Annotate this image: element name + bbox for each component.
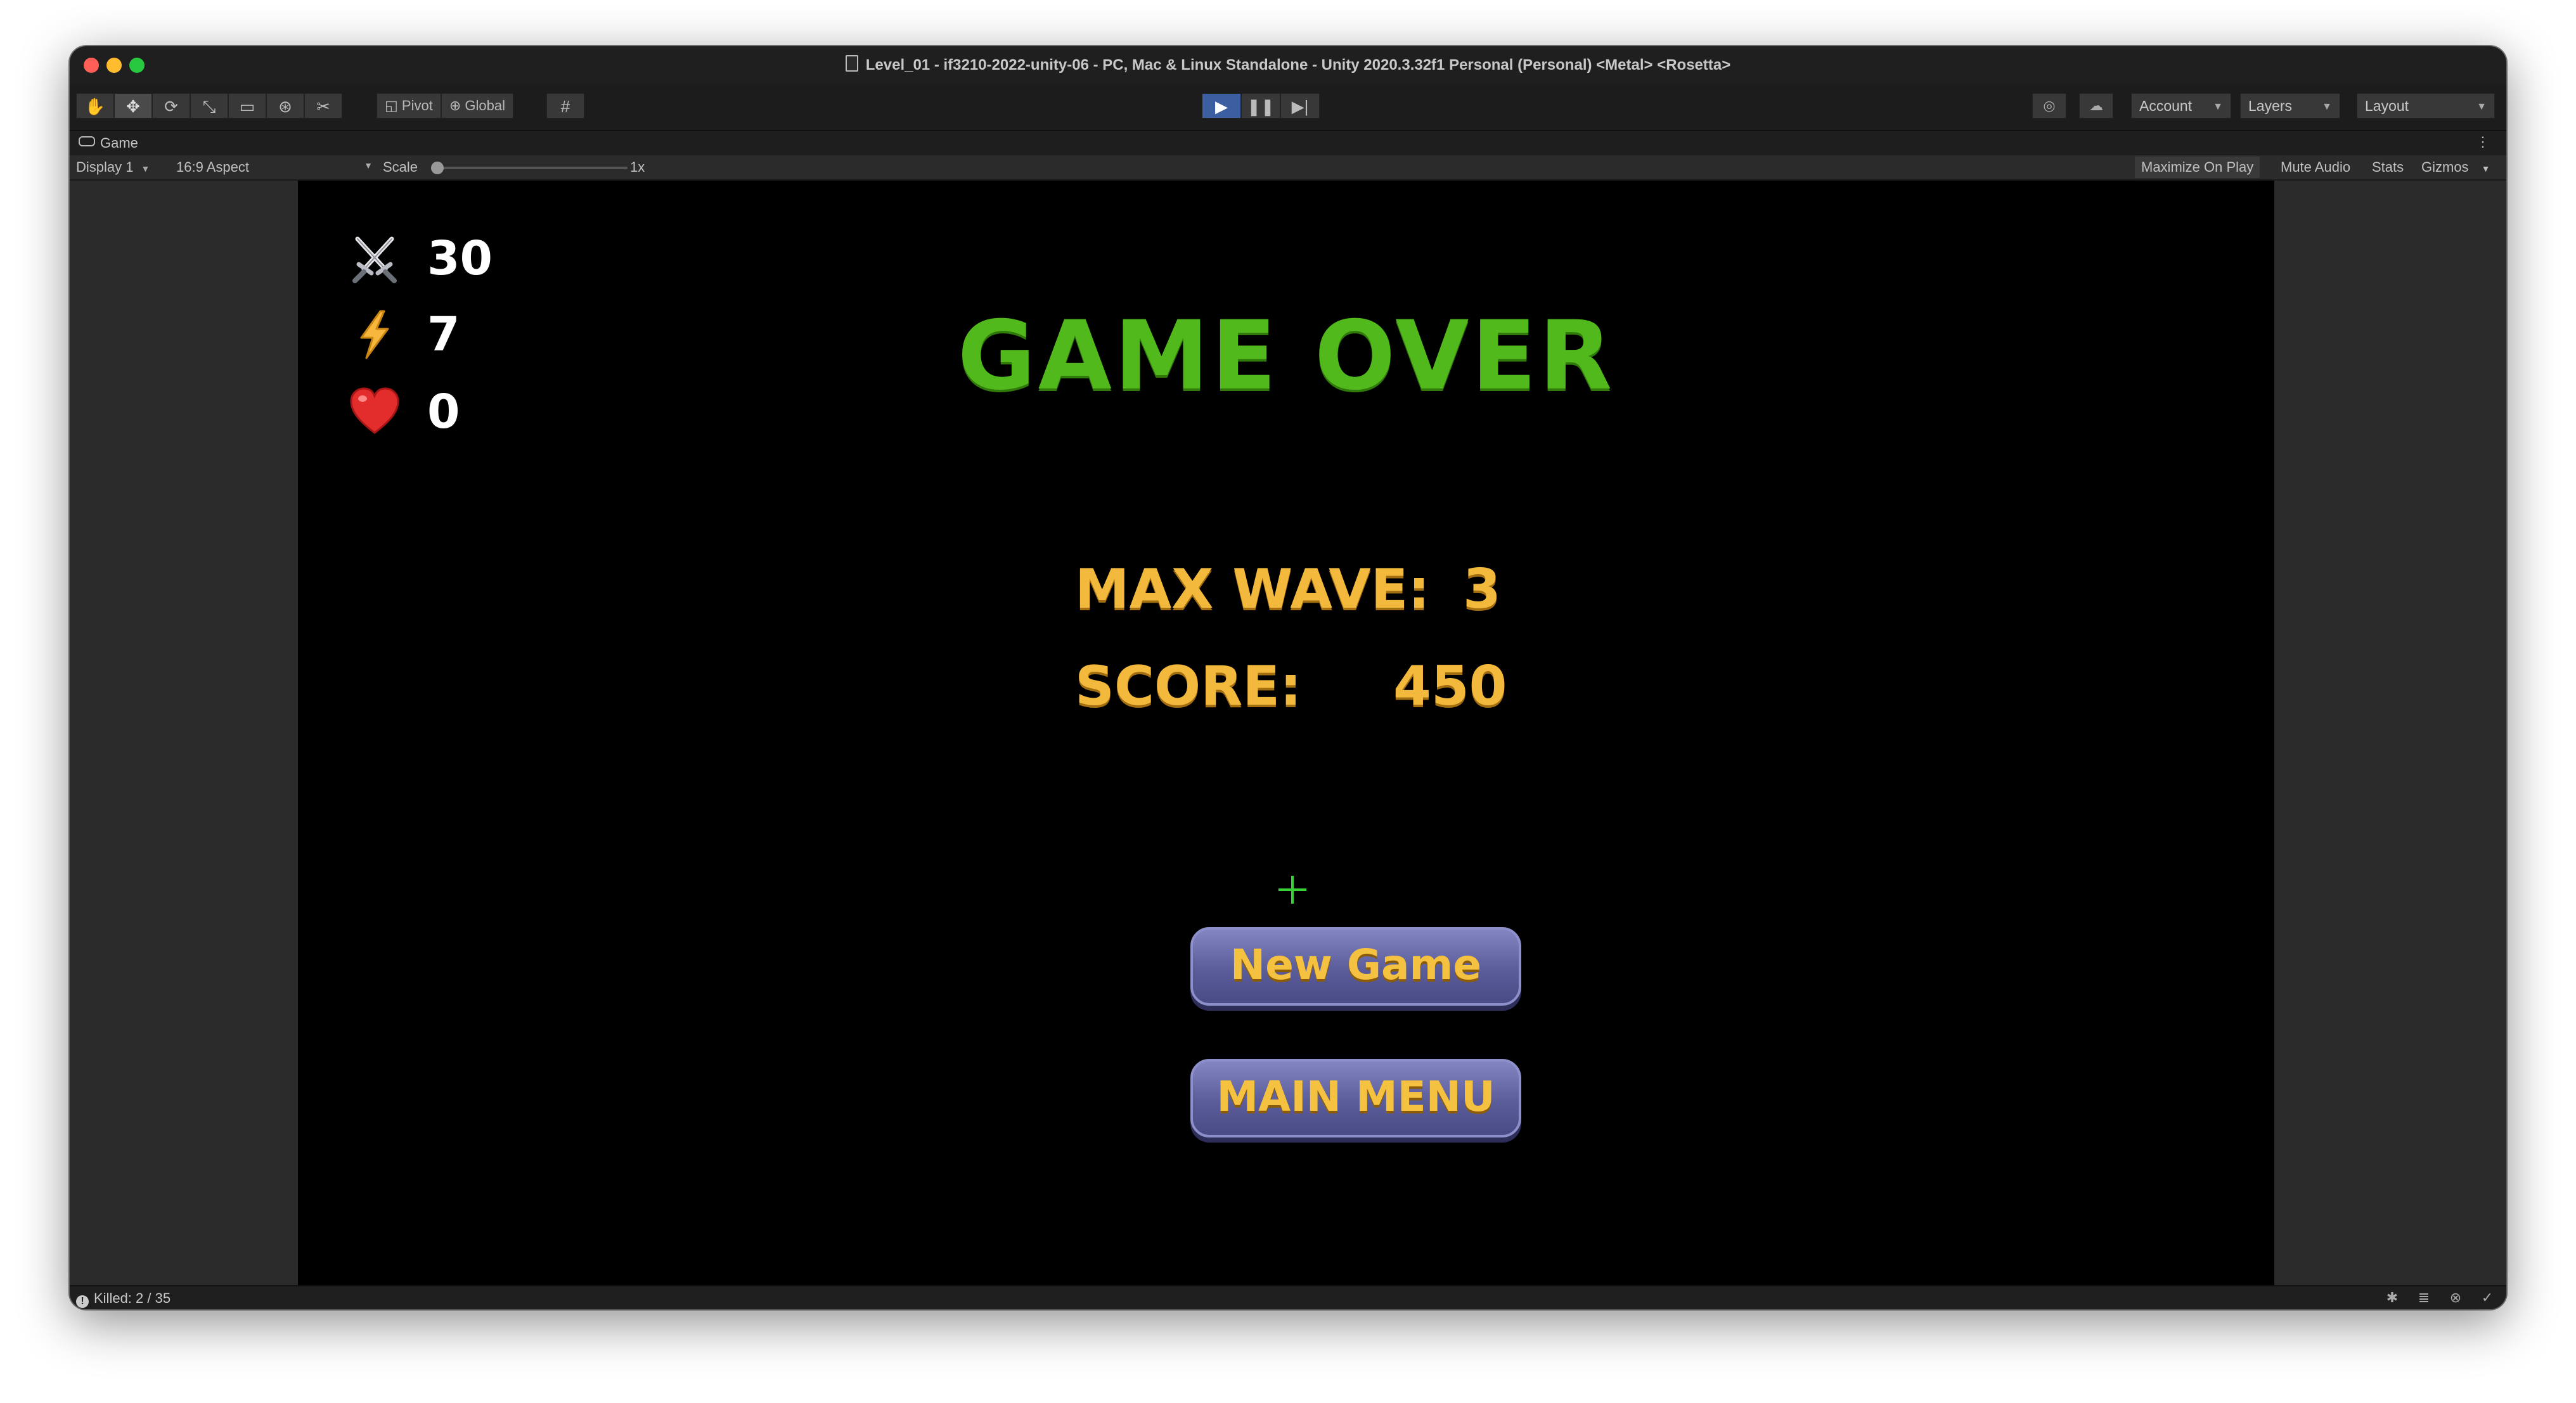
- play-button[interactable]: ▶: [1202, 93, 1241, 119]
- pause-button[interactable]: ❚❚: [1241, 93, 1280, 119]
- hud-attack: 30: [349, 231, 493, 286]
- rotate-tool-icon[interactable]: ⟳: [152, 93, 190, 119]
- crosshair-icon: [1278, 876, 1306, 904]
- status-bar: ! Killed: 2 / 35 ✱ ≣ ⊗ ✓: [70, 1285, 2506, 1309]
- status-text: Killed: 2 / 35: [94, 1290, 171, 1306]
- layout-label: Layout: [2365, 98, 2409, 114]
- custom-tool-icon[interactable]: ✂: [304, 93, 342, 119]
- pivot-toggle[interactable]: ◱ Pivot: [377, 93, 441, 119]
- console-status[interactable]: ! Killed: 2 / 35: [76, 1290, 171, 1308]
- move-tool-icon[interactable]: ✥: [114, 93, 152, 119]
- handle-toggles: ◱ Pivot ⊕ Global: [377, 93, 513, 119]
- transform-tool-icon[interactable]: ⊛: [266, 93, 304, 119]
- chevron-down-icon: ▼: [2476, 101, 2487, 112]
- layers-icon[interactable]: ≣: [2415, 1289, 2433, 1307]
- scale-value: 1x: [630, 159, 645, 175]
- pivot-label: Pivot: [401, 98, 433, 113]
- scale-slider-thumb[interactable]: [431, 162, 444, 174]
- play-controls: ▶ ❚❚ ▶|: [1202, 93, 1320, 119]
- info-icon: !: [76, 1295, 89, 1308]
- layout-dropdown[interactable]: Layout ▼: [2357, 93, 2495, 119]
- tab-game-label: Game: [100, 135, 138, 151]
- max-wave-value: 3: [1463, 558, 1501, 621]
- game-view[interactable]: 30 7 0 GAME OVER MAX WAVE: 3 SCORE: 450 …: [298, 181, 2274, 1287]
- account-label: Account: [2139, 98, 2193, 114]
- display-label: Display 1: [76, 159, 134, 175]
- grid-snap: #: [546, 93, 584, 119]
- scale-label: Scale: [383, 159, 418, 175]
- account-dropdown[interactable]: Account ▼: [2131, 93, 2231, 119]
- bug-icon[interactable]: ✱: [2383, 1289, 2401, 1307]
- gamepad-icon: [79, 136, 95, 146]
- unity-editor-window: Level_01 - if3210-2022-unity-06 - PC, Ma…: [70, 46, 2506, 1309]
- global-toggle[interactable]: ⊕ Global: [441, 93, 513, 119]
- cloud-icon[interactable]: ☁: [2079, 93, 2113, 119]
- mute-audio-toggle[interactable]: Mute Audio: [2274, 157, 2357, 178]
- collab-icon[interactable]: ◎: [2032, 93, 2066, 119]
- new-game-button[interactable]: New Game: [1190, 927, 1521, 1006]
- stats-toggle[interactable]: Stats: [2366, 157, 2411, 178]
- tab-game[interactable]: Game: [79, 135, 138, 151]
- document-icon: [845, 55, 858, 72]
- window-title-text: Level_01 - if3210-2022-unity-06 - PC, Ma…: [865, 56, 1731, 74]
- transform-tools: ✋ ✥ ⟳ ⤡ ▭ ⊛ ✂: [76, 93, 342, 119]
- pivot-icon: ◱: [385, 98, 398, 113]
- layers-label: Layers: [2248, 98, 2293, 114]
- crossed-swords-icon: [352, 236, 397, 283]
- main-menu-button[interactable]: MAIN MENU: [1190, 1059, 1521, 1137]
- more-options-icon[interactable]: ⋮: [2476, 134, 2490, 150]
- globe-icon: ⊕: [449, 98, 461, 113]
- chevron-down-icon: ▼: [364, 160, 373, 170]
- gizmos-toggle[interactable]: Gizmos ▼: [2415, 157, 2497, 178]
- toolbar: ✋ ✥ ⟳ ⤡ ▭ ⊛ ✂ ◱ Pivot ⊕ Global # ▶ ❚❚ ▶|…: [70, 84, 2506, 131]
- checkmark-icon[interactable]: ✓: [2478, 1289, 2496, 1307]
- game-over-title: GAME OVER: [957, 301, 1615, 411]
- hand-tool-icon[interactable]: ✋: [76, 93, 114, 119]
- title-bar: Level_01 - if3210-2022-unity-06 - PC, Ma…: [70, 46, 2506, 86]
- attack-value: 30: [427, 231, 493, 286]
- game-tab-bar: Game ⋮: [70, 131, 2506, 155]
- global-label: Global: [465, 98, 505, 113]
- rect-tool-icon[interactable]: ▭: [228, 93, 266, 119]
- chevron-down-icon: ▼: [141, 163, 150, 174]
- chevron-down-icon: ▼: [2322, 101, 2332, 112]
- window-title: Level_01 - if3210-2022-unity-06 - PC, Ma…: [70, 55, 2506, 74]
- aspect-dropdown[interactable]: 16:9 Aspect ▼: [176, 159, 373, 176]
- grid-snap-icon[interactable]: #: [546, 93, 584, 119]
- maximize-on-play-toggle[interactable]: Maximize On Play: [2135, 157, 2260, 178]
- chevron-down-icon: ▼: [2213, 101, 2223, 112]
- layers-dropdown[interactable]: Layers ▼: [2240, 93, 2340, 119]
- max-wave-label: MAX WAVE:: [1075, 558, 1430, 621]
- status-icons: ✱ ≣ ⊗ ✓: [2383, 1289, 2496, 1307]
- display-dropdown[interactable]: Display 1 ▼: [76, 159, 150, 176]
- step-button[interactable]: ▶|: [1280, 93, 1320, 119]
- gizmos-label: Gizmos: [2421, 159, 2469, 175]
- chevron-down-icon: ▼: [2481, 163, 2490, 174]
- debug-icon[interactable]: ⊗: [2447, 1289, 2464, 1307]
- score-value: 450: [1393, 655, 1507, 718]
- score-label: SCORE:: [1075, 655, 1302, 718]
- aspect-label: 16:9 Aspect: [176, 159, 249, 175]
- game-view-toolbar: Display 1 ▼ 16:9 Aspect ▼ Scale 1x Maximiz…: [70, 155, 2506, 181]
- scale-tool-icon[interactable]: ⤡: [190, 93, 228, 119]
- scale-slider-track[interactable]: [437, 167, 628, 169]
